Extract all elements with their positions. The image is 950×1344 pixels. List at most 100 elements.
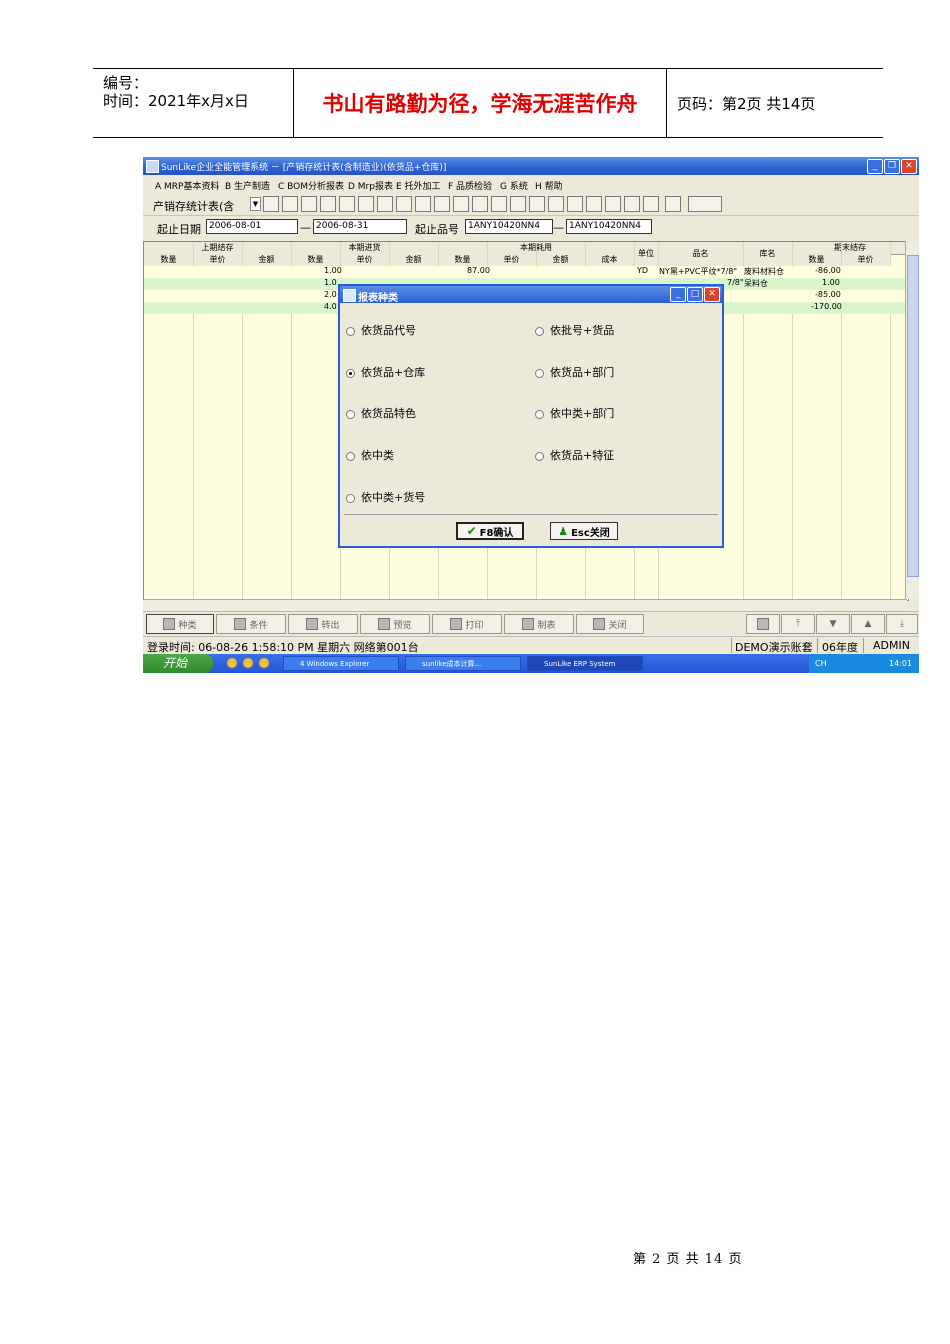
- menu-quality[interactable]: F 品质检验: [448, 179, 492, 192]
- maximize-button[interactable]: □: [687, 287, 703, 302]
- option-category-department[interactable]: 依中类+部门: [535, 405, 614, 421]
- quicklaunch-icon[interactable]: [243, 658, 253, 668]
- task-sunlike-doc[interactable]: sunlike成本计算...: [405, 656, 521, 671]
- user-name: ADMIN: [873, 639, 910, 652]
- toolbar-icon[interactable]: [282, 196, 298, 212]
- toolbar-icon[interactable]: [358, 196, 374, 212]
- radio-icon: [346, 451, 355, 461]
- window-titlebar[interactable]: SunLike企业全能管理系统 － [产销存统计表(含制造业)(依货品+仓库)]…: [143, 157, 919, 175]
- status-bar: 登录时间: 06-08-26 1:58:10 PM 星期六 网络第001台 DE…: [143, 636, 919, 654]
- toolbar-icon[interactable]: [491, 196, 507, 212]
- toolbar-icon[interactable]: [624, 196, 640, 212]
- close-icon[interactable]: [643, 196, 659, 212]
- exit-icon: ♟: [558, 524, 569, 538]
- last-page-icon: ⤓: [900, 619, 904, 629]
- group-header: 品名: [658, 242, 744, 267]
- start-button[interactable]: 开始: [143, 654, 213, 673]
- radio-icon: [346, 493, 355, 503]
- export-icon: [306, 618, 319, 630]
- taskbar: 开始 4 Windows Explorer sunlike成本计算... Sun…: [143, 654, 919, 673]
- scroll-thumb[interactable]: [907, 255, 919, 577]
- option-item-department[interactable]: 依货品+部门: [535, 364, 614, 380]
- table-row[interactable]: 1.00 87.00 YD NY黑+PVC平纹*7/8" 废料材料仓 -86.0…: [144, 266, 908, 278]
- option-item-code[interactable]: 依货品代号: [346, 322, 416, 338]
- date-to-input[interactable]: 2006-08-31: [313, 219, 407, 234]
- task-windows-explorer[interactable]: 4 Windows Explorer: [283, 656, 399, 671]
- menu-outsourcing[interactable]: E 托外加工: [396, 179, 441, 192]
- next-button[interactable]: ▼: [816, 614, 850, 634]
- menu-bom-report[interactable]: C BOM分析报表: [278, 179, 344, 192]
- login-info: 登录时间: 06-08-26 1:58:10 PM 星期六 网络第001台: [147, 641, 419, 654]
- quicklaunch-icon[interactable]: [259, 658, 269, 668]
- vertical-scrollbar[interactable]: [905, 241, 919, 599]
- toolbar-icon[interactable]: [665, 196, 681, 212]
- restore-button[interactable]: ❐: [884, 159, 900, 174]
- prev-button[interactable]: ▲: [851, 614, 885, 634]
- preview-button[interactable]: 预览: [360, 614, 430, 634]
- task-sunlike-erp[interactable]: SunLike ERP System: [527, 656, 643, 671]
- item-to-input[interactable]: 1ANY10420NN4: [566, 219, 652, 234]
- option-category[interactable]: 依中类: [346, 447, 394, 463]
- option-item-feature-color[interactable]: 依货品特色: [346, 405, 416, 421]
- bottom-toolbar: 种类 条件 转出 预览 打印 制表 关闭 ⤒ ▼ ▲ ⤓: [143, 611, 919, 636]
- toolbar-icon[interactable]: [415, 196, 431, 212]
- language-indicator[interactable]: CH: [815, 654, 827, 673]
- toolbar-icon[interactable]: [301, 196, 317, 212]
- close-report-button[interactable]: 关闭: [576, 614, 644, 634]
- radio-icon: [535, 368, 544, 378]
- report-type-dialog: 报表种类 _ □ ✕ 依货品代号 依批号+货品 依货品+仓库 依货品+部门 依货…: [338, 284, 724, 548]
- confirm-button[interactable]: ✔ F8确认: [456, 522, 524, 540]
- option-batch-item[interactable]: 依批号+货品: [535, 322, 614, 338]
- toolbar-icon[interactable]: [434, 196, 450, 212]
- minimize-button[interactable]: _: [867, 159, 883, 174]
- tabulate-button[interactable]: 制表: [504, 614, 574, 634]
- report-selector[interactable]: 产销存统计表(含: [153, 198, 234, 214]
- toolbar-icon[interactable]: [472, 196, 488, 212]
- toolbar-icon[interactable]: [453, 196, 469, 212]
- toolbar-icon[interactable]: [529, 196, 545, 212]
- range-dash: —: [300, 221, 311, 234]
- menu-mrp-report[interactable]: D Mrp报表: [348, 179, 393, 192]
- last-page-button[interactable]: ⤓: [886, 614, 918, 634]
- toolbar-icon[interactable]: [396, 196, 412, 212]
- cancel-button[interactable]: ♟ Esc关闭: [550, 522, 618, 540]
- option-item-feature[interactable]: 依货品+特征: [535, 447, 614, 463]
- print-button[interactable]: 打印: [432, 614, 502, 634]
- item-from-input[interactable]: 1ANY10420NN4: [465, 219, 553, 234]
- export-button[interactable]: 转出: [288, 614, 358, 634]
- radio-selected-icon: [346, 368, 355, 378]
- store-name: 呆料仓: [744, 279, 768, 288]
- close-button[interactable]: ✕: [704, 287, 720, 302]
- menu-mrp-basic[interactable]: A MRP基本资料: [155, 179, 219, 192]
- chevron-down-icon[interactable]: ▼: [250, 197, 261, 211]
- filter-bar: 起止日期 2006-08-01 — 2006-08-31 起止品号 1ANY10…: [143, 216, 919, 240]
- dialog-divider: [344, 514, 718, 515]
- first-page-button[interactable]: ⤒: [781, 614, 815, 634]
- browser-icon[interactable]: [227, 658, 237, 668]
- toolbar-icon[interactable]: [605, 196, 621, 212]
- menu-help[interactable]: H 帮助: [535, 179, 563, 192]
- menu-production[interactable]: B 生产制造: [225, 179, 270, 192]
- toolbar-icon[interactable]: [377, 196, 393, 212]
- toolbar-icon[interactable]: [320, 196, 336, 212]
- toolbar-icon[interactable]: [510, 196, 526, 212]
- toolbar-icon[interactable]: [548, 196, 564, 212]
- exit-icon[interactable]: [688, 196, 722, 212]
- dialog-titlebar[interactable]: 报表种类 _ □ ✕: [340, 286, 722, 304]
- toolbar-icon[interactable]: [263, 196, 279, 212]
- condition-button[interactable]: 条件: [216, 614, 286, 634]
- fiscal-year: 06年度: [822, 641, 858, 654]
- menu-system[interactable]: G 系统: [500, 179, 528, 192]
- toolbar-icon[interactable]: [567, 196, 583, 212]
- close-button[interactable]: ✕: [901, 159, 917, 174]
- date-from-input[interactable]: 2006-08-01: [206, 219, 298, 234]
- toolbar-icon[interactable]: [339, 196, 355, 212]
- minimize-button[interactable]: _: [670, 287, 686, 302]
- search-button[interactable]: [746, 614, 780, 634]
- category-button[interactable]: 种类: [146, 614, 214, 634]
- horizontal-scrollbar[interactable]: [143, 599, 907, 610]
- option-item-warehouse[interactable]: 依货品+仓库: [346, 364, 425, 380]
- toolbar-icon[interactable]: [586, 196, 602, 212]
- unit: YD: [637, 266, 649, 275]
- option-category-item-no[interactable]: 依中类+货号: [346, 489, 425, 505]
